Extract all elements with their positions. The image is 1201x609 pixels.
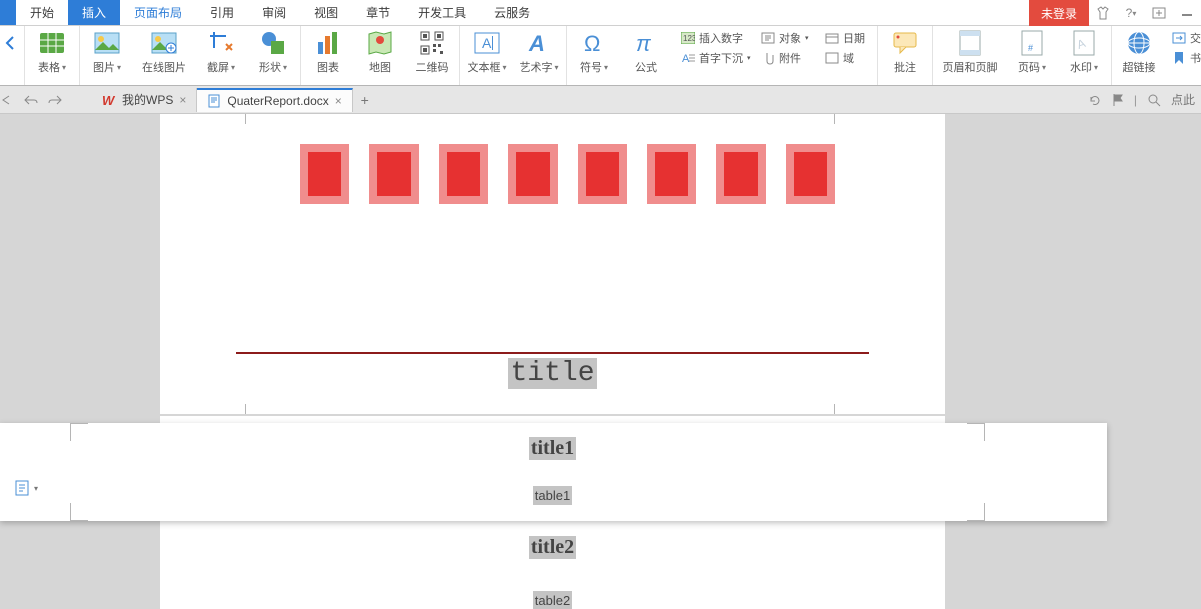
online-picture-button[interactable]: 在线图片 bbox=[138, 29, 190, 75]
equation-button[interactable]: π 公式 bbox=[625, 29, 667, 75]
symbol-button[interactable]: Ω 符号▾ bbox=[573, 29, 615, 75]
flag-icon[interactable] bbox=[1112, 93, 1124, 107]
menu-tab-view[interactable]: 视图 bbox=[300, 0, 352, 25]
menu-tab-start[interactable]: 开始 bbox=[16, 0, 68, 25]
svg-text:A: A bbox=[482, 35, 492, 51]
hyperlink-button[interactable]: 超链接 bbox=[1118, 29, 1160, 75]
redo-icon[interactable] bbox=[48, 94, 72, 106]
svg-text:Ω: Ω bbox=[584, 31, 600, 56]
login-button[interactable]: 未登录 bbox=[1029, 0, 1089, 26]
svg-text:π: π bbox=[636, 31, 652, 56]
home-tab-label: 我的WPS bbox=[122, 91, 173, 108]
menu-tab-insert[interactable]: 插入 bbox=[68, 0, 120, 25]
svg-text:A: A bbox=[528, 31, 545, 56]
subtitle-1[interactable]: title1 bbox=[529, 437, 576, 460]
skin-icon[interactable] bbox=[1089, 0, 1117, 26]
paste-options-button[interactable]: ▾ bbox=[14, 479, 38, 497]
watermark-button[interactable]: A 水印▾ bbox=[1063, 29, 1105, 75]
svg-text:123: 123 bbox=[683, 34, 695, 43]
document-tab-label: QuaterReport.docx bbox=[227, 94, 328, 108]
screenshot-button[interactable]: 截屏▾ bbox=[200, 29, 242, 75]
textbox-button[interactable]: A 文本框▾ bbox=[466, 29, 508, 75]
sync-icon[interactable] bbox=[1088, 93, 1102, 107]
document-page-1[interactable]: title bbox=[160, 114, 945, 414]
horizontal-rule bbox=[236, 352, 869, 354]
subtitle-2[interactable]: title2 bbox=[529, 536, 576, 559]
document-tab-close-icon[interactable]: × bbox=[335, 94, 342, 108]
menu-tab-review[interactable]: 审阅 bbox=[248, 0, 300, 25]
ribbon-expand-icon[interactable] bbox=[2, 29, 18, 57]
bookmark-button[interactable]: 书签 bbox=[1172, 49, 1201, 67]
wordart-button[interactable]: A 艺术字▾ bbox=[518, 29, 560, 75]
page-number-button[interactable]: # 页码▾ bbox=[1011, 29, 1053, 75]
nav-back-icon[interactable] bbox=[0, 94, 24, 106]
ribbon: 表格▾ 图片▾ 在线图片 截屏▾ 形状▾ bbox=[0, 26, 1201, 86]
menu-tab-devtools[interactable]: 开发工具 bbox=[404, 0, 480, 25]
undo-icon[interactable] bbox=[24, 94, 48, 106]
attachment-button[interactable]: 附件 bbox=[761, 49, 815, 67]
wps-logo-icon: W bbox=[102, 93, 116, 107]
table-label-1[interactable]: table1 bbox=[533, 486, 572, 505]
click-here-label[interactable]: 点此 bbox=[1171, 91, 1195, 108]
table-button[interactable]: 表格▾ bbox=[31, 29, 73, 75]
selection-panel: ▾ title1 table1 bbox=[0, 423, 1107, 521]
qrcode-button[interactable]: 二维码 bbox=[411, 29, 453, 75]
dropcap-button[interactable]: A首字下沉▾ bbox=[681, 49, 751, 67]
document-tab[interactable]: QuaterReport.docx × bbox=[197, 88, 352, 112]
redacted-header-image bbox=[300, 144, 835, 204]
doc-icon bbox=[207, 94, 221, 108]
window-mode-icon[interactable] bbox=[1145, 0, 1173, 26]
object-button[interactable]: 对象▾ bbox=[761, 29, 815, 47]
table-label-2[interactable]: table2 bbox=[533, 591, 572, 609]
document-title[interactable]: title bbox=[508, 358, 596, 389]
svg-text:A: A bbox=[682, 53, 690, 64]
minimize-icon[interactable] bbox=[1173, 0, 1201, 26]
title-corner: 未登录 ?▾ bbox=[1029, 0, 1201, 26]
home-tab[interactable]: W 我的WPS × bbox=[92, 88, 197, 112]
field-button[interactable]: 域 bbox=[825, 49, 871, 67]
document-tab-bar: W 我的WPS × QuaterReport.docx × + | 点此 bbox=[0, 86, 1201, 114]
header-footer-button[interactable]: 页眉和页脚 bbox=[939, 29, 1001, 75]
document-area: title title2 table2 ▾ title1 table1 bbox=[0, 114, 1201, 609]
add-tab-button[interactable]: + bbox=[353, 92, 377, 108]
home-tab-close-icon[interactable]: × bbox=[179, 93, 186, 107]
search-icon[interactable] bbox=[1147, 93, 1161, 107]
menu-tab-section[interactable]: 章节 bbox=[352, 0, 404, 25]
menu-tab-pagelayout[interactable]: 页面布局 bbox=[120, 0, 196, 25]
menu-tab-reference[interactable]: 引用 bbox=[196, 0, 248, 25]
picture-button[interactable]: 图片▾ bbox=[86, 29, 128, 75]
shapes-button[interactable]: 形状▾ bbox=[252, 29, 294, 75]
comment-button[interactable]: 批注 bbox=[884, 29, 926, 75]
map-button[interactable]: 地图 bbox=[359, 29, 401, 75]
chart-button[interactable]: 图表 bbox=[307, 29, 349, 75]
app-menu-button[interactable] bbox=[0, 0, 16, 25]
menu-tab-cloud[interactable]: 云服务 bbox=[480, 0, 544, 25]
menu-bar: 开始 插入 页面布局 引用 审阅 视图 章节 开发工具 云服务 未登录 ?▾ bbox=[0, 0, 1201, 26]
datetime-button[interactable]: 日期 bbox=[825, 29, 871, 47]
svg-text:#: # bbox=[1028, 43, 1033, 53]
help-icon[interactable]: ?▾ bbox=[1117, 0, 1145, 26]
crossref-button[interactable]: 交叉引用 bbox=[1172, 29, 1201, 47]
insert-number-button[interactable]: 123插入数字 bbox=[681, 29, 751, 47]
